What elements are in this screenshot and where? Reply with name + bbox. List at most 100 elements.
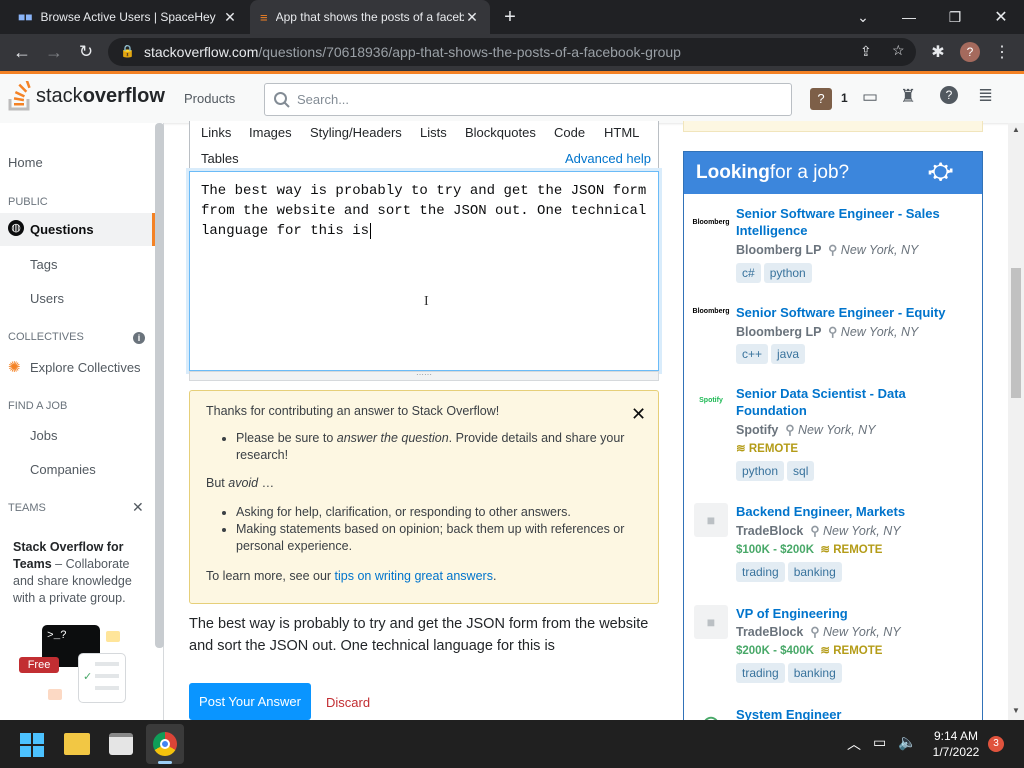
- job-tags: trading banking: [736, 562, 845, 582]
- tag[interactable]: sql: [787, 461, 815, 481]
- show-hidden-icons-icon[interactable]: ︿: [847, 734, 861, 754]
- nav-explore-collectives[interactable]: Explore Collectives: [30, 360, 141, 375]
- tab-title: App that shows the posts of a facebook g…: [275, 10, 464, 24]
- close-tab-icon[interactable]: ✕: [464, 9, 480, 26]
- job-title[interactable]: Senior Data Scientist - Data Foundation: [736, 385, 956, 419]
- guidance-avoid: But avoid …: [206, 476, 275, 490]
- close-notice-icon[interactable]: ✕: [631, 404, 646, 425]
- sidebar-scrollbar[interactable]: [155, 123, 164, 648]
- job-tags: python sql: [736, 461, 817, 481]
- chat-bubble-icon: [48, 689, 62, 700]
- help-tab-code[interactable]: Code: [554, 125, 585, 140]
- answer-textarea[interactable]: The best way is probably to try and get …: [189, 171, 659, 371]
- network-icon[interactable]: ▭: [873, 734, 886, 751]
- chrome-taskbar-button[interactable]: [146, 724, 184, 764]
- collectives-icon: ✺: [8, 359, 21, 376]
- products-link[interactable]: Products: [184, 91, 235, 106]
- wifi-icon: ≋: [820, 645, 831, 657]
- site-logo[interactable]: stackoverflow: [8, 81, 165, 111]
- inbox-icon[interactable]: ▭: [862, 87, 878, 107]
- close-teams-icon[interactable]: ✕: [132, 499, 144, 516]
- browser-menu-icon[interactable]: ⋮: [988, 38, 1016, 66]
- info-icon[interactable]: i: [133, 332, 145, 344]
- minimize-button[interactable]: —: [886, 0, 932, 34]
- tag[interactable]: python: [763, 263, 812, 283]
- help-tab-lists[interactable]: Lists: [420, 125, 447, 140]
- tab-search-icon[interactable]: ⌄: [840, 0, 886, 34]
- close-tab-icon[interactable]: ✕: [222, 9, 238, 26]
- help-tab-links[interactable]: Links: [201, 125, 231, 140]
- company-logo: Spotify: [699, 396, 723, 404]
- job-title[interactable]: Backend Engineer, Markets: [736, 503, 956, 520]
- reload-button[interactable]: ↻: [72, 38, 100, 66]
- browser-tab[interactable]: ■■ Browse Active Users | SpaceHey ✕: [8, 0, 248, 34]
- taskbar-clock[interactable]: 9:14 AM 1/7/2022: [926, 728, 986, 760]
- post-answer-button[interactable]: Post Your Answer: [189, 683, 311, 720]
- help-icon[interactable]: ?: [940, 86, 958, 104]
- bookmark-star-icon[interactable]: ☆: [892, 42, 905, 59]
- scrollbar-thumb[interactable]: [1011, 268, 1021, 398]
- volume-icon[interactable]: 🔈: [898, 733, 917, 751]
- job-title[interactable]: Senior Software Engineer - Equity: [736, 304, 956, 321]
- nav-questions[interactable]: ◍ Questions: [0, 213, 155, 246]
- tag[interactable]: trading: [736, 562, 785, 582]
- tag[interactable]: java: [771, 344, 806, 364]
- tag[interactable]: python: [736, 461, 785, 481]
- answer-text: The best way is probably to try and get …: [201, 183, 647, 239]
- windows-taskbar: ︿ ▭ 🔈 9:14 AM 1/7/2022 3: [0, 720, 1024, 768]
- advanced-help-link[interactable]: Advanced help: [565, 151, 651, 166]
- help-tab-html[interactable]: HTML: [604, 125, 639, 140]
- nav-users[interactable]: Users: [30, 291, 64, 306]
- search-input[interactable]: Search...: [264, 83, 792, 116]
- nav-home[interactable]: Home: [8, 155, 43, 170]
- remote-badge: ≋ REMOTE: [736, 443, 799, 455]
- store-icon[interactable]: [109, 733, 133, 755]
- user-avatar[interactable]: ?: [810, 88, 832, 110]
- tag[interactable]: c#: [736, 263, 761, 283]
- editor-resize-handle[interactable]: ⋯⋯: [189, 371, 659, 381]
- job-title[interactable]: VP of Engineering: [736, 605, 956, 622]
- help-tab-images[interactable]: Images: [249, 125, 292, 140]
- help-tab-tables[interactable]: Tables: [201, 151, 239, 166]
- file-explorer-icon[interactable]: [64, 733, 90, 755]
- job-search-illustration-icon: ⛮: [928, 158, 954, 185]
- discard-button[interactable]: Discard: [326, 695, 370, 710]
- nav-companies[interactable]: Companies: [30, 462, 96, 477]
- back-button[interactable]: ←: [8, 38, 36, 66]
- scroll-up-icon[interactable]: ▲: [1012, 125, 1020, 134]
- new-tab-button[interactable]: +: [498, 5, 522, 29]
- browser-tab-active[interactable]: ≡ App that shows the posts of a facebook…: [250, 0, 490, 34]
- tips-link[interactable]: tips on writing great answers: [335, 569, 493, 583]
- tag[interactable]: c++: [736, 344, 769, 364]
- job-title[interactable]: Senior Software Engineer - Sales Intelli…: [736, 205, 956, 239]
- job-company: TradeBlock ⚲ New York, NY: [736, 625, 901, 639]
- help-tab-blockquotes[interactable]: Blockquotes: [465, 125, 536, 140]
- restore-button[interactable]: ❐: [932, 0, 978, 34]
- job-salary-remote: $100K - $200K ≋ REMOTE: [736, 544, 883, 556]
- scroll-down-icon[interactable]: ▼: [1012, 706, 1020, 715]
- clock-time: 9:14 AM: [933, 729, 979, 743]
- stackoverflow-logo-icon: [8, 81, 31, 111]
- nav-jobs[interactable]: Jobs: [30, 428, 57, 443]
- tag[interactable]: trading: [736, 663, 785, 683]
- spacehey-favicon-icon: ■■: [18, 10, 33, 24]
- notification-badge[interactable]: 3: [988, 736, 1004, 752]
- text-caret: [370, 223, 372, 239]
- job-company: TradeBlock ⚲ New York, NY: [736, 524, 901, 538]
- nav-tags[interactable]: Tags: [30, 257, 57, 272]
- profile-avatar[interactable]: ?: [956, 38, 984, 66]
- windows-start-icon[interactable]: [20, 733, 44, 757]
- search-icon: [274, 92, 290, 108]
- achievements-trophy-icon[interactable]: ♜: [900, 86, 916, 107]
- address-bar[interactable]: 🔒 stackoverflow.com/questions/70618936/a…: [108, 38, 916, 66]
- close-window-button[interactable]: ✕: [978, 0, 1024, 34]
- checklist-icon: ✓: [78, 653, 126, 703]
- tag[interactable]: banking: [787, 663, 842, 683]
- tag[interactable]: banking: [787, 562, 842, 582]
- forward-button[interactable]: →: [40, 38, 68, 66]
- extensions-icon[interactable]: ✱: [924, 38, 952, 66]
- share-icon[interactable]: ⇪: [860, 43, 872, 60]
- page-scrollbar[interactable]: ▲ ▼: [1008, 123, 1024, 720]
- site-switcher-icon[interactable]: ≣: [978, 85, 993, 106]
- help-tab-styling[interactable]: Styling/Headers: [310, 125, 402, 140]
